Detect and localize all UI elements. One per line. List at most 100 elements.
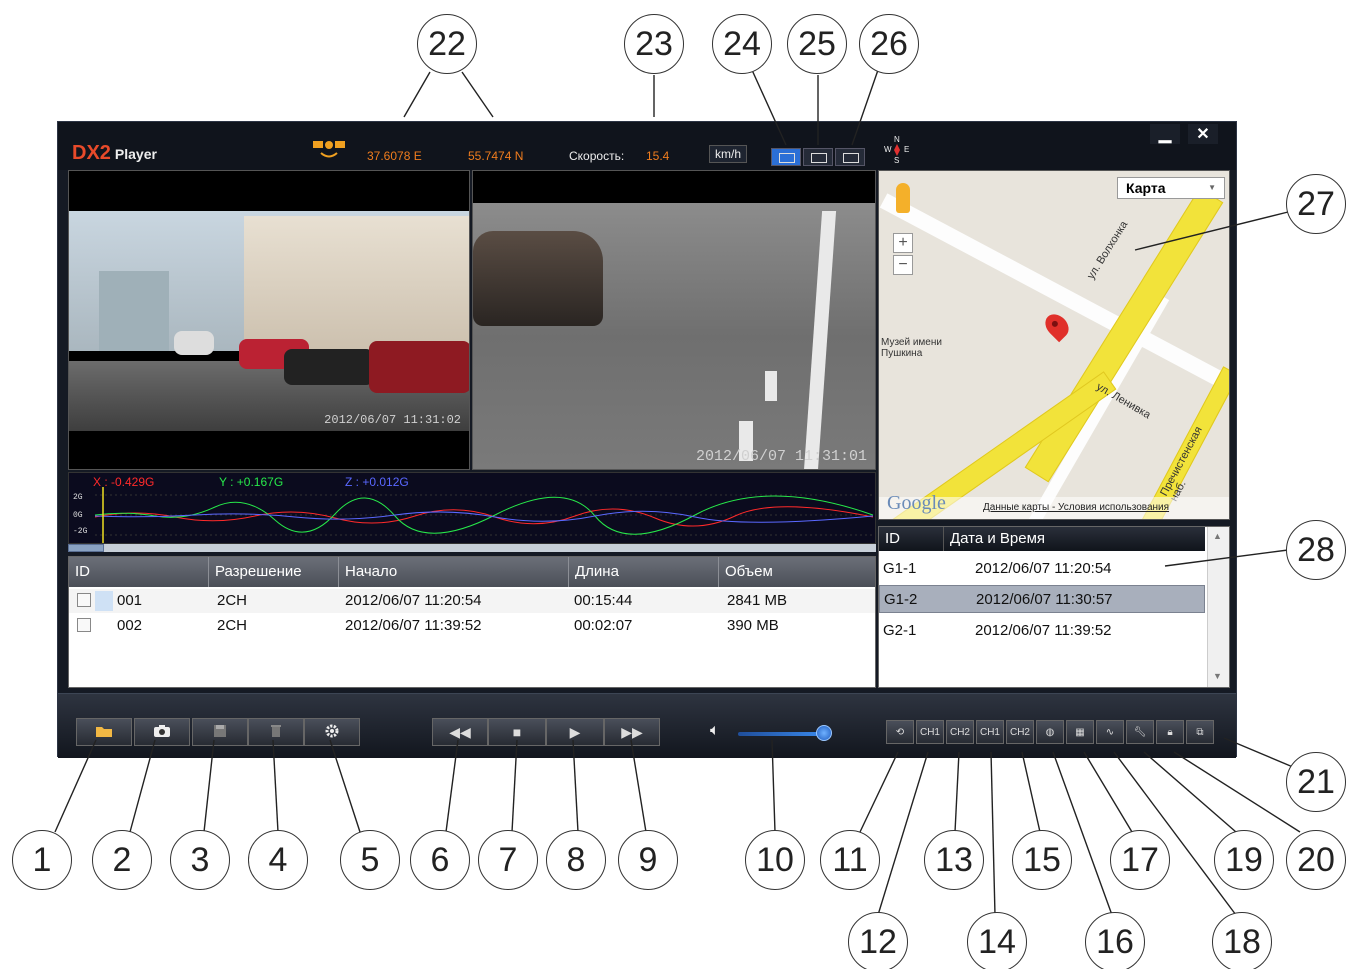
event-row[interactable]: G1-1 2012/06/07 11:20:54 [879, 555, 1205, 583]
callout-17: 17 [1110, 830, 1170, 890]
table-row[interactable]: 002 2CH 2012/06/07 11:39:52 00:02:07 390… [69, 614, 875, 638]
file-start: 2012/06/07 11:20:54 [345, 592, 482, 609]
title-bar: DX2 Player 37.6078 E 55.7474 N Скорость: … [58, 122, 1236, 170]
lock-icon: 🔒︎ [1167, 726, 1173, 738]
street-view-pegman-icon[interactable] [896, 183, 910, 213]
app-logo: DX2 Player [72, 142, 157, 165]
callout-19: 19 [1214, 830, 1274, 890]
g-scale-top: 2G [73, 493, 83, 502]
col-length-header[interactable]: Длина [569, 557, 719, 587]
file-resolution: 2CH [217, 617, 248, 634]
callout-18: 18 [1212, 912, 1272, 969]
folder-icon [95, 724, 113, 741]
event-time: 2012/06/07 11:20:54 [975, 560, 1112, 577]
callout-20: 20 [1286, 830, 1346, 890]
svg-text:W: W [884, 145, 892, 154]
layout-single-view-button[interactable] [835, 148, 865, 166]
front-camera-view[interactable]: 2012/06/07 11:31:02 [68, 170, 470, 470]
col-resolution-header[interactable]: Разрешение [209, 557, 339, 587]
video-scene [99, 271, 169, 351]
layout-dual-view-button[interactable] [771, 148, 801, 166]
callout-7: 7 [478, 830, 538, 890]
delete-button[interactable] [248, 718, 304, 746]
speed-unit-button[interactable]: km/h [709, 145, 747, 163]
longitude-value: 37.6078 E [367, 149, 422, 163]
tools-button[interactable]: 🔧︎ [1126, 720, 1154, 744]
event-list-scrollbar[interactable]: ▲ ▼ [1207, 527, 1229, 687]
fast-forward-button[interactable]: ▶▶ [604, 718, 660, 746]
rewind-button[interactable]: ◀◀ [432, 718, 488, 746]
g-scale-bottom: -2G [73, 527, 88, 536]
file-start: 2012/06/07 11:39:52 [345, 617, 482, 634]
callout-25: 25 [787, 14, 847, 74]
fullscreen-icon: ⧉ [1196, 726, 1204, 738]
settings-button[interactable] [304, 718, 360, 746]
g-sensor-toggle-button[interactable]: ∿ [1096, 720, 1124, 744]
rear-video-timestamp: 2012/06/07 11:31:01 [695, 448, 867, 465]
callout-23: 23 [624, 14, 684, 74]
callout-28: 28 [1286, 520, 1346, 580]
mirror-ch2-button[interactable]: CH2 [1006, 720, 1034, 744]
callout-16: 16 [1085, 912, 1145, 969]
waveform-icon: ∿ [1105, 726, 1115, 738]
fullscreen-button[interactable]: ⧉ [1186, 720, 1214, 744]
table-row[interactable]: 001 2CH 2012/06/07 11:20:54 00:15:44 284… [69, 589, 875, 613]
play-button[interactable]: ▶ [546, 718, 604, 746]
map-toggle-button[interactable]: ▦ [1066, 720, 1094, 744]
svg-text:E: E [904, 145, 909, 154]
video-scene [473, 231, 603, 326]
close-button[interactable]: ✕ [1188, 124, 1218, 144]
rear-camera-view[interactable]: 2012/06/07 11:31:01 [472, 170, 876, 470]
minimize-button[interactable]: ▁ [1150, 124, 1180, 144]
event-col-id-header[interactable]: ID [879, 527, 943, 551]
event-id: G1-1 [883, 560, 917, 577]
map-zoom-in-button[interactable]: + [893, 233, 913, 253]
timeline-scroll-thumb[interactable] [68, 544, 104, 552]
scroll-down-icon[interactable]: ▼ [1213, 671, 1222, 681]
callout-6: 6 [410, 830, 470, 890]
video-scene [765, 371, 777, 401]
map-zoom-out-button[interactable]: − [893, 255, 913, 275]
map-view[interactable]: + − Карта ул. Волхонка ул. Ленивка Музей… [878, 170, 1230, 520]
callout-9: 9 [618, 830, 678, 890]
col-size-header[interactable]: Объем [719, 557, 877, 587]
snapshot-button[interactable] [134, 718, 190, 746]
speaker-icon: 🔈︎ [710, 722, 720, 739]
internet-button[interactable]: ◍ [1036, 720, 1064, 744]
rotate-ch1-button[interactable]: CH1 [916, 720, 944, 744]
col-id-header[interactable]: ID [69, 557, 209, 587]
mirror-ch1-button[interactable]: CH1 [976, 720, 1004, 744]
rotate-ch2-button[interactable]: CH2 [946, 720, 974, 744]
lock-button[interactable]: 🔒︎ [1156, 720, 1184, 744]
col-start-header[interactable]: Начало [339, 557, 569, 587]
file-table-header: ID Разрешение Начало Длина Объем [69, 557, 875, 587]
volume-slider-knob[interactable] [816, 725, 832, 741]
row-checkbox[interactable] [77, 593, 91, 607]
row-checkbox[interactable] [77, 618, 91, 632]
event-row-selected[interactable]: G1-2 2012/06/07 11:30:57 [879, 585, 1205, 613]
event-col-datetime-header[interactable]: Дата и Время [943, 527, 1205, 551]
open-folder-button[interactable] [76, 718, 132, 746]
event-time: 2012/06/07 11:39:52 [975, 622, 1112, 639]
layout-pip-view-button[interactable] [803, 148, 833, 166]
mirror-ch2-icon: CH2 [1009, 726, 1030, 738]
scroll-up-icon[interactable]: ▲ [1213, 531, 1222, 541]
rewind-icon: ◀◀ [449, 723, 471, 740]
event-row[interactable]: G2-1 2012/06/07 11:39:52 [879, 617, 1205, 645]
save-button[interactable] [192, 718, 248, 746]
stop-icon: ■ [512, 724, 522, 740]
file-resolution: 2CH [217, 592, 248, 609]
map-type-select[interactable]: Карта [1117, 177, 1225, 199]
callout-22: 22 [417, 14, 477, 74]
stop-button[interactable]: ■ [488, 718, 546, 746]
map-terms-links[interactable]: Данные карты - Условия использования [983, 502, 1169, 513]
player-window: DX2 Player 37.6078 E 55.7474 N Скорость: … [57, 121, 1237, 758]
repeat-button[interactable]: ⟲ [886, 720, 914, 744]
callout-27: 27 [1286, 174, 1346, 234]
rotate-ch1-icon: CH1 [919, 726, 940, 738]
callout-5: 5 [340, 830, 400, 890]
video-scene [174, 331, 214, 355]
camera-icon [153, 724, 171, 741]
timeline-scrollbar[interactable] [68, 544, 876, 552]
file-id: 002 [117, 617, 143, 634]
